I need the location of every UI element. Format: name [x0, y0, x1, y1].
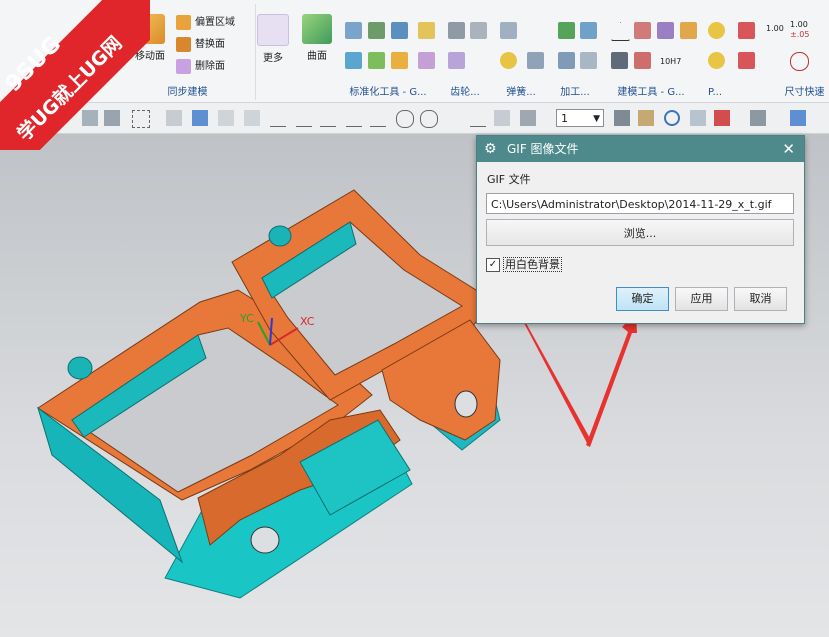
tool-icon-3[interactable]	[391, 22, 408, 39]
gif-path-field[interactable]: C:\Users\Administrator\Desktop\2014-11-2…	[486, 193, 794, 214]
circle-dim-icon[interactable]	[790, 52, 809, 71]
group-label-dimension[interactable]: 尺寸快速	[780, 83, 829, 98]
spline-icon[interactable]	[346, 110, 362, 127]
dim-value-1[interactable]: 1.00	[766, 20, 784, 38]
group-label-standard-tools[interactable]: 标准化工具 - G...	[338, 83, 438, 98]
group-label-machining[interactable]: 加工...	[550, 83, 600, 98]
table-icon[interactable]	[634, 22, 651, 39]
layer-icon[interactable]	[714, 110, 730, 126]
fit-label[interactable]: 10H7	[660, 56, 681, 68]
gear-icon: ⚙	[484, 141, 497, 157]
point-icon-2[interactable]	[244, 110, 260, 126]
grid-icon[interactable]	[634, 52, 651, 69]
circle-point-icon[interactable]	[396, 110, 414, 128]
line-icon[interactable]	[270, 110, 286, 127]
coin-icon-2[interactable]	[708, 52, 725, 69]
apply-button[interactable]: 应用	[675, 287, 728, 311]
machining-icon-4[interactable]	[580, 52, 597, 69]
group-label-gear[interactable]: 齿轮...	[440, 83, 490, 98]
selection-number-select[interactable]: 1 ▼	[556, 109, 604, 127]
spring-icon[interactable]	[500, 22, 517, 39]
view-icon-2[interactable]	[638, 110, 654, 126]
dimension-icon-2[interactable]	[738, 52, 755, 69]
white-background-label: 用白色背景	[503, 257, 562, 272]
delete-face-icon	[176, 58, 191, 74]
rotate-icon[interactable]	[664, 110, 680, 126]
browse-button[interactable]: 浏览...	[486, 219, 794, 246]
group-label-spring[interactable]: 弹簧...	[494, 83, 548, 98]
tool-icon-4[interactable]	[418, 22, 435, 39]
intersect-icon[interactable]	[370, 110, 386, 127]
cube-blue-icon[interactable]	[192, 110, 208, 126]
cube-view-icon[interactable]	[790, 110, 806, 126]
line-icon-3[interactable]	[470, 110, 486, 127]
gear-tool-icon-3[interactable]	[448, 52, 465, 69]
gif-image-dialog: ⚙ GIF 图像文件 ✕ GIF 文件 C:\Users\Administrat…	[476, 135, 805, 324]
replace-face-icon	[176, 36, 191, 52]
cancel-button[interactable]: 取消	[734, 287, 787, 311]
point-icon[interactable]	[218, 110, 234, 126]
checkbox-check-icon[interactable]: ✓	[486, 258, 500, 272]
pin-top	[268, 225, 292, 247]
circle-point-icon-2[interactable]	[420, 110, 438, 128]
hole-right	[454, 390, 478, 418]
line-icon-2[interactable]	[296, 110, 312, 127]
gear-tool-icon-2[interactable]	[470, 22, 487, 39]
replace-face-button[interactable]: 替换面	[176, 36, 225, 54]
solid-icon[interactable]	[520, 110, 536, 126]
pattern-icon[interactable]	[657, 22, 674, 39]
delete-face-button[interactable]: 删除面	[176, 58, 225, 76]
xc-axis-label: XC	[300, 315, 315, 328]
offset-region-icon	[176, 14, 191, 30]
pin-left	[67, 356, 93, 380]
tool-icon-6[interactable]	[368, 52, 385, 69]
more-icon	[257, 14, 289, 46]
annotation-arrow-right	[586, 313, 637, 447]
machining-icon-2[interactable]	[580, 22, 597, 39]
chevron-down-icon: ▼	[593, 114, 600, 124]
tool-icon-8[interactable]	[418, 52, 435, 69]
offset-region-button[interactable]: 偏置区域	[176, 14, 235, 32]
note-icon[interactable]	[611, 52, 628, 69]
group-label-p[interactable]: P...	[700, 87, 730, 98]
close-icon[interactable]: ✕	[782, 136, 795, 162]
watermark-logo: 9SUG 学UG就上UG网	[0, 0, 150, 150]
view-icon[interactable]	[614, 110, 630, 126]
tool-icon-2[interactable]	[368, 22, 385, 39]
spring-icon-2[interactable]	[500, 52, 517, 69]
group-label-modeling-tools[interactable]: 建模工具 - G...	[605, 83, 697, 98]
white-background-checkbox[interactable]: ✓ 用白色背景	[486, 257, 562, 273]
more-button[interactable]: 更多	[253, 14, 293, 64]
gear-tool-icon[interactable]	[448, 22, 465, 39]
yc-axis-label: YC	[239, 312, 254, 325]
dimension-icon[interactable]	[738, 22, 755, 39]
machining-icon-3[interactable]	[558, 52, 575, 69]
render-icon[interactable]	[750, 110, 766, 126]
triangle-icon[interactable]	[611, 22, 630, 41]
plus-icon[interactable]	[446, 110, 462, 126]
tool-icon-5[interactable]	[345, 52, 362, 69]
machining-icon[interactable]	[558, 22, 575, 39]
dialog-title: GIF 图像文件	[507, 142, 579, 156]
spring-icon-3[interactable]	[527, 52, 544, 69]
surface-button[interactable]: 曲面	[297, 14, 337, 62]
coin-icon[interactable]	[708, 22, 725, 39]
bolt-icon[interactable]	[680, 22, 697, 39]
face-icon[interactable]	[494, 110, 510, 126]
hole-left	[250, 526, 280, 554]
dialog-title-bar[interactable]: ⚙ GIF 图像文件 ✕	[477, 136, 804, 162]
tool-icon-7[interactable]	[391, 52, 408, 69]
dim-tolerance[interactable]: ±.05	[790, 26, 809, 44]
ok-button[interactable]: 确定	[616, 287, 669, 311]
cube-icon[interactable]	[166, 110, 182, 126]
gif-file-label: GIF 文件	[487, 173, 531, 186]
brush-icon[interactable]	[690, 110, 706, 126]
tool-icon-1[interactable]	[345, 22, 362, 39]
surface-icon	[302, 14, 332, 44]
curve-icon[interactable]	[320, 110, 336, 127]
